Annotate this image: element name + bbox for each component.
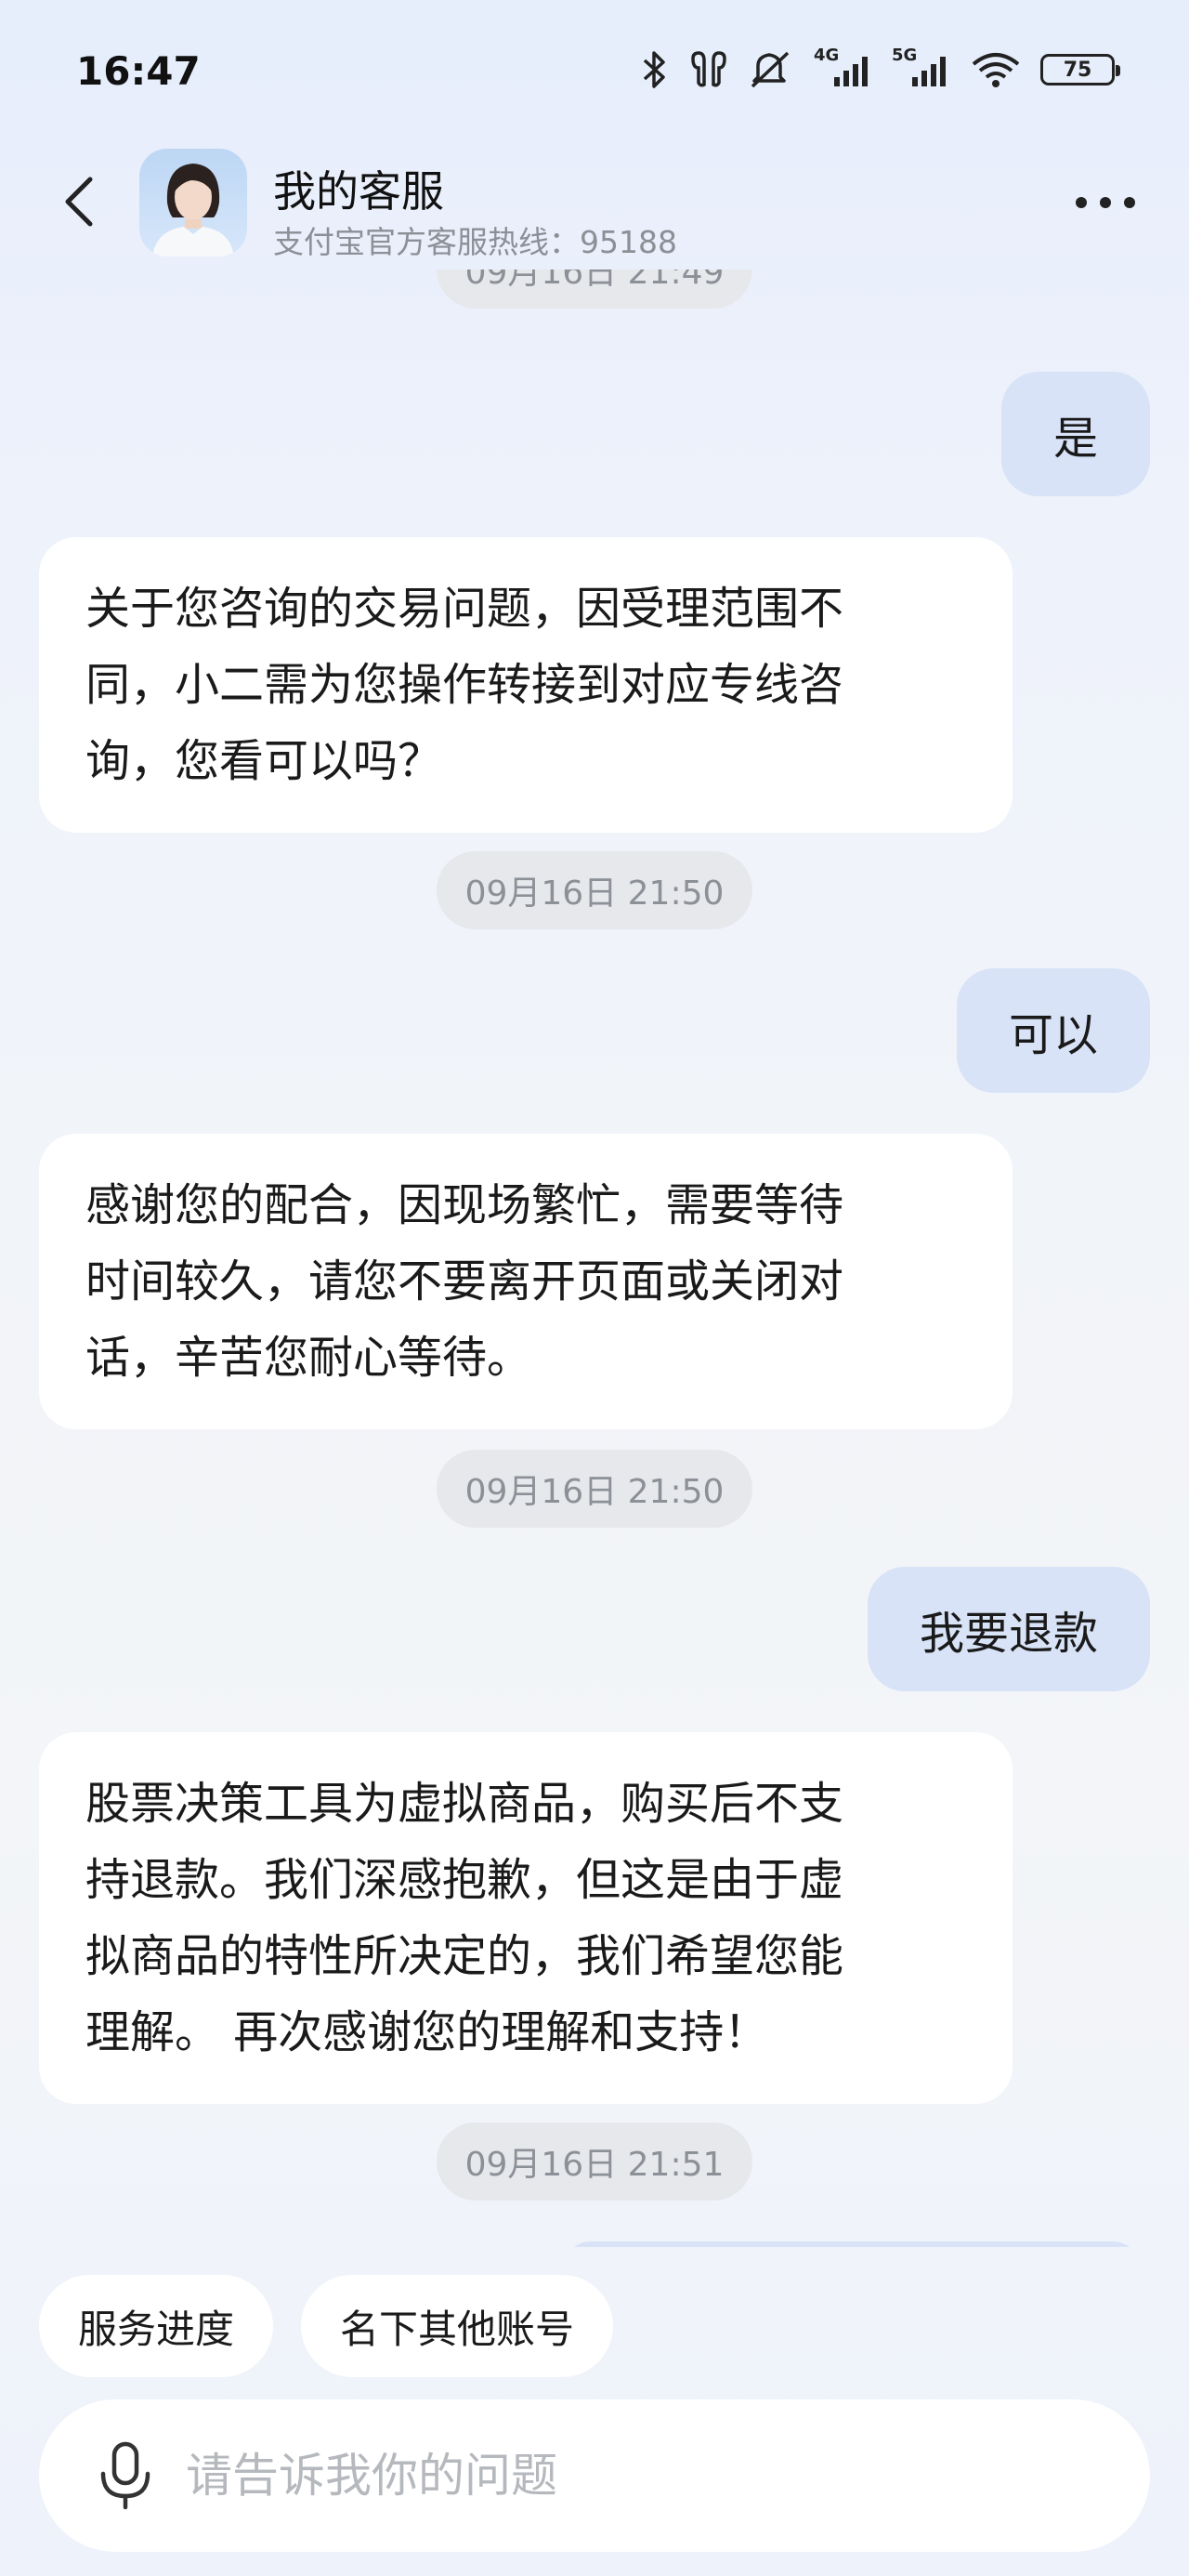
status-time: 16:47 [76,48,201,94]
message-input[interactable] [186,2449,1150,2503]
user-message[interactable]: 是 [1000,372,1150,496]
chat-header: 我的客服 支付宝官方客服热线：95188 [0,139,1189,269]
status-bar: 16:47 4G 5G 75 [0,0,1189,139]
quick-actions: 服务进度 名下其他账号 [39,2275,614,2377]
message-line: 拟商品的特性所决定的，我们希望您能 [85,1930,844,1982]
battery-level: 75 [1063,58,1092,82]
quick-action-service-progress[interactable]: 服务进度 [39,2275,274,2377]
voice-button[interactable] [84,2434,167,2517]
quick-action-other-accounts[interactable]: 名下其他账号 [301,2275,614,2377]
chevron-left-icon [65,177,93,227]
message-line: 股票决策工具为虚拟商品，购买后不支 [85,1778,844,1830]
more-dot [1076,197,1087,208]
agent-message[interactable]: 股票决策工具为虚拟商品，购买后不支 持退款。我们深感抱歉，但这是由于虚 拟商品的… [39,1732,1013,2104]
agent-avatar-icon [152,164,234,256]
message-line: 感谢您的配合，因现场繁忙，需要等待 [85,1179,844,1231]
more-button[interactable] [1068,175,1143,230]
mute-icon [751,51,790,88]
message-line: 关于您咨询的交易问题，因受理范围不 [85,583,844,635]
battery-icon: 75 [1040,54,1120,85]
agent-message[interactable]: 关于您咨询的交易问题，因受理范围不 同，小二需为您操作转接到对应专线咨 询，您看… [39,537,1013,833]
page-subtitle: 支付宝官方客服热线：95188 [273,224,677,260]
signal-4g-icon: 4G [814,46,873,90]
timestamp-pill: 09月16日 21:49 [437,269,752,309]
avatar[interactable] [139,149,247,256]
message-line: 同，小二需为您操作转接到对应专线咨 [85,659,844,711]
more-dot [1124,197,1135,208]
timestamp-pill: 09月16日 21:50 [437,851,752,929]
user-message-partial[interactable] [563,2241,1141,2247]
message-line: 持退款。我们深感抱歉，但这是由于虚 [85,1854,844,1906]
back-button[interactable] [46,169,111,234]
message-line: 理解。 再次感谢您的理解和支持！ [85,2006,769,2058]
timestamp-pill: 09月16日 21:51 [437,2123,752,2201]
message-input-bar [39,2399,1150,2552]
status-icons: 4G 5G 75 [641,46,1120,93]
microphone-icon [100,2441,150,2510]
wifi-icon [972,53,1020,87]
more-dot [1100,197,1111,208]
agent-message[interactable]: 感谢您的配合，因现场繁忙，需要等待 时间较久，请您不要离开页面或关闭对 话，辛苦… [39,1134,1013,1429]
timestamp-pill: 09月16日 21:50 [437,1450,752,1528]
signal-5g-icon: 5G [892,46,951,90]
page-title: 我的客服 [273,166,444,217]
chat-area[interactable]: 09月16日 21:49 是 关于您咨询的交易问题，因受理范围不 同，小二需为您… [0,269,1189,2247]
user-message[interactable]: 可以 [956,968,1150,1093]
message-line: 话，辛苦您耐心等待。 [85,1332,532,1384]
earbuds-icon [691,51,726,87]
message-line: 时间较久，请您不要离开页面或关闭对 [85,1255,844,1308]
message-line: 询，您看可以吗？ [85,735,443,787]
user-message[interactable]: 我要退款 [867,1567,1150,1691]
bluetooth-icon [643,51,665,88]
